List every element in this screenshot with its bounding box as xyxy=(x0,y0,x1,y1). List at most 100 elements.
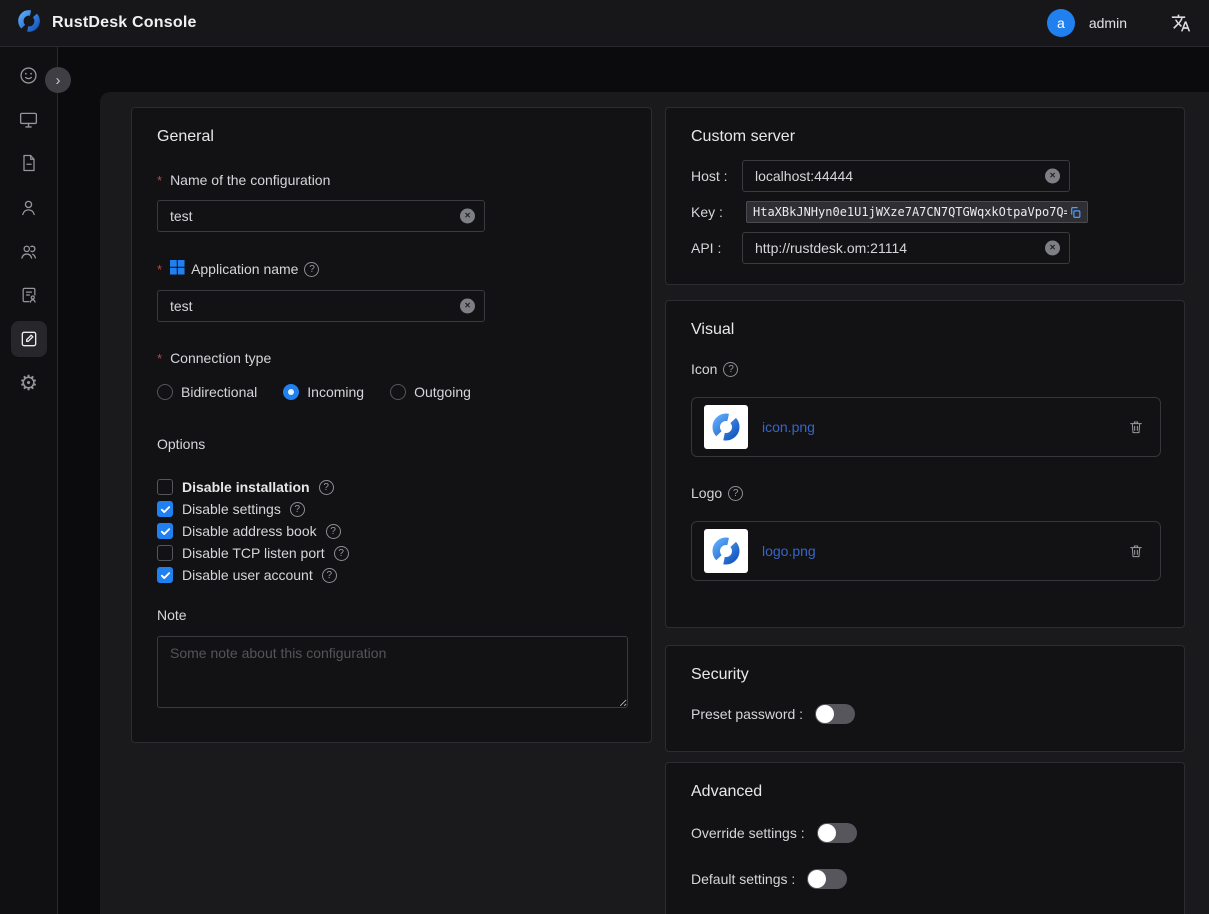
sidebar-expand-button[interactable]: › xyxy=(45,67,71,93)
preset-password-toggle[interactable] xyxy=(815,704,855,724)
security-card: Security Preset password : xyxy=(665,645,1185,752)
connection-type-radios: Bidirectional Incoming Outgoing xyxy=(157,384,626,400)
sidebar-item-devices[interactable] xyxy=(11,101,47,137)
delete-trash-icon[interactable] xyxy=(1128,419,1144,435)
preset-password-row: Preset password : xyxy=(691,704,1159,724)
radio-incoming[interactable]: Incoming xyxy=(283,384,364,400)
required-asterisk: * xyxy=(157,173,162,188)
security-title: Security xyxy=(691,666,1159,684)
logo-file-link[interactable]: logo.png xyxy=(762,543,816,559)
radio-dot[interactable] xyxy=(157,384,173,400)
checkbox[interactable] xyxy=(157,545,173,561)
api-input-wrap: × xyxy=(742,232,1070,264)
help-icon[interactable]: ? xyxy=(322,568,337,583)
api-label: API : xyxy=(691,240,742,256)
api-row: API : × xyxy=(691,232,1159,264)
clear-icon[interactable]: × xyxy=(1045,241,1060,256)
advanced-card: Advanced Override settings : Default set… xyxy=(665,762,1185,914)
radio-dot[interactable] xyxy=(283,384,299,400)
help-icon[interactable]: ? xyxy=(290,502,305,517)
note-label: Note xyxy=(157,607,626,623)
override-settings-label: Override settings : xyxy=(691,825,805,841)
sidebar-item-configurations[interactable] xyxy=(11,321,47,357)
user-icon xyxy=(18,197,39,218)
checkbox[interactable] xyxy=(157,479,173,495)
icon-file-box: icon.png xyxy=(691,397,1161,457)
general-card: General * Name of the configuration × * … xyxy=(131,107,652,743)
key-label: Key : xyxy=(691,204,742,220)
config-name-input[interactable] xyxy=(158,208,484,224)
sidebar-item-groups[interactable] xyxy=(11,233,47,269)
clear-icon[interactable]: × xyxy=(460,299,475,314)
help-icon[interactable]: ? xyxy=(334,546,349,561)
avatar[interactable]: a xyxy=(1047,9,1075,37)
monitor-icon xyxy=(18,109,39,130)
key-row: Key : HtaXBkJNHyn0e1U1jWXze7A7CN7QTGWqxk… xyxy=(691,201,1159,223)
help-icon[interactable]: ? xyxy=(723,362,738,377)
copy-icon[interactable] xyxy=(1067,204,1083,220)
username[interactable]: admin xyxy=(1089,15,1127,31)
key-value-box: HtaXBkJNHyn0e1U1jWXze7A7CN7QTGWqxkOtpaVp… xyxy=(746,201,1088,223)
custom-server-card: Custom server Host : × Key : HtaXBkJNHyn… xyxy=(665,107,1185,285)
checkbox[interactable] xyxy=(157,501,173,517)
note-textarea[interactable] xyxy=(157,636,628,708)
options-label: Options xyxy=(157,436,626,452)
icon-label: Icon ? xyxy=(691,361,1159,377)
host-input[interactable] xyxy=(743,168,1069,184)
option-disable-user-account: Disable user account ? xyxy=(157,567,626,583)
application-name-input-wrap: × xyxy=(157,290,485,322)
config-name-input-wrap: × xyxy=(157,200,485,232)
sidebar-item-audit[interactable] xyxy=(11,277,47,313)
smiley-status-icon xyxy=(18,65,39,86)
main-content: General * Name of the configuration × * … xyxy=(100,92,1209,914)
option-disable-tcp-listen-port: Disable TCP listen port ? xyxy=(157,545,626,561)
brand: RustDesk Console xyxy=(16,8,197,39)
custom-server-title: Custom server xyxy=(691,128,1159,146)
icon-thumbnail xyxy=(704,405,748,449)
option-disable-address-book: Disable address book ? xyxy=(157,523,626,539)
settings-gear-icon: ⚙ xyxy=(19,373,38,394)
advanced-title: Advanced xyxy=(691,783,1159,801)
clear-icon[interactable]: × xyxy=(460,209,475,224)
key-value: HtaXBkJNHyn0e1U1jWXze7A7CN7QTGWqxkOtpaVp… xyxy=(753,205,1067,219)
logo-file-box: logo.png xyxy=(691,521,1161,581)
host-input-wrap: × xyxy=(742,160,1070,192)
delete-trash-icon[interactable] xyxy=(1128,543,1144,559)
icon-file-link[interactable]: icon.png xyxy=(762,419,815,435)
application-name-label: * Application name ? xyxy=(157,260,626,278)
checkbox[interactable] xyxy=(157,523,173,539)
default-settings-label: Default settings : xyxy=(691,871,795,887)
api-input[interactable] xyxy=(743,240,1069,256)
application-name-input[interactable] xyxy=(158,298,484,314)
visual-card: Visual Icon ? icon.png Lo xyxy=(665,300,1185,628)
sidebar-item-status[interactable] xyxy=(11,57,47,93)
checkbox[interactable] xyxy=(157,567,173,583)
host-row: Host : × xyxy=(691,160,1159,192)
required-asterisk: * xyxy=(157,262,162,277)
help-icon[interactable]: ? xyxy=(304,262,319,277)
radio-bidirectional[interactable]: Bidirectional xyxy=(157,384,257,400)
help-icon[interactable]: ? xyxy=(326,524,341,539)
override-settings-toggle[interactable] xyxy=(817,823,857,843)
topbar-right: a admin xyxy=(1047,9,1193,37)
default-settings-row: Default settings : xyxy=(691,869,1159,889)
windows-logo-icon xyxy=(170,260,185,278)
radio-outgoing[interactable]: Outgoing xyxy=(390,384,471,400)
language-translate-icon[interactable] xyxy=(1169,11,1193,35)
app-title: RustDesk Console xyxy=(52,14,197,32)
help-icon[interactable]: ? xyxy=(728,486,743,501)
radio-dot[interactable] xyxy=(390,384,406,400)
sidebar-item-users[interactable] xyxy=(11,189,47,225)
config-name-label: * Name of the configuration xyxy=(157,172,626,188)
clear-icon[interactable]: × xyxy=(1045,169,1060,184)
logo-thumbnail xyxy=(704,529,748,573)
sidebar-item-documents[interactable] xyxy=(11,145,47,181)
sidebar: ⚙ xyxy=(0,47,58,914)
help-icon[interactable]: ? xyxy=(319,480,334,495)
audit-log-icon xyxy=(19,285,39,305)
visual-title: Visual xyxy=(691,321,1159,339)
sidebar-item-settings[interactable]: ⚙ xyxy=(11,365,47,401)
host-label: Host : xyxy=(691,168,742,184)
preset-password-label: Preset password : xyxy=(691,706,803,722)
default-settings-toggle[interactable] xyxy=(807,869,847,889)
